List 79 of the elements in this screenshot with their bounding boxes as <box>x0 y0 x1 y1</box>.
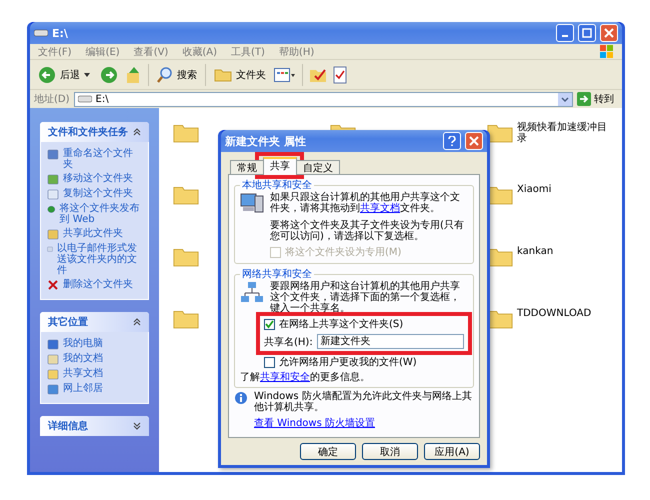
folder-check-icon[interactable] <box>309 66 327 82</box>
task-link[interactable]: 以电子邮件形式发送该文件夹内的文件 <box>47 243 142 276</box>
delete-icon <box>47 279 59 291</box>
share-instruction-text: 要跟网络用户和这台计算机的其他用户共享这个文件夹，请选择下面的第一个复选框，键入一个共享名。 <box>270 281 461 314</box>
address-field[interactable]: E:\ <box>74 92 573 106</box>
minimize-button[interactable] <box>556 24 574 42</box>
close-button[interactable] <box>465 132 483 150</box>
menu-item[interactable]: 帮助(H) <box>278 44 314 58</box>
caret-icon <box>84 72 90 76</box>
task-panel-header[interactable]: 文件和文件夹任务 <box>40 122 149 142</box>
sharing-security-link[interactable]: 共享和安全 <box>260 372 310 383</box>
checkbox[interactable] <box>264 356 275 368</box>
close-icon <box>469 136 479 146</box>
dialog-button[interactable]: 确定 <box>300 443 356 460</box>
drive-icon <box>78 95 92 103</box>
folder-name[interactable]: TDDOWNLOAD <box>517 308 607 319</box>
menu-item[interactable]: 编辑(E) <box>86 44 120 58</box>
more-info-text: 了解共享和安全的更多信息。 <box>240 372 371 383</box>
document-check-icon[interactable] <box>333 66 347 84</box>
menu-item[interactable]: 文件(F) <box>38 44 72 58</box>
firewall-text: Windows 防火墙配置为允许此文件夹与网络上其他计算机共享。 <box>254 391 473 413</box>
task-link[interactable]: 移动这个文件夹 <box>47 173 142 185</box>
search-button[interactable]: 搜索 <box>155 64 199 84</box>
share-name-field[interactable]: 新建文件夹 <box>316 334 464 349</box>
checkbox-label: 允许网络用户更改我的文件(W) <box>279 356 417 369</box>
task-link[interactable]: 复制这个文件夹 <box>47 188 142 200</box>
private-instruction-text: 要将这个文件夹及其子文件夹设为专用(只有您可以访问)，请选择以下复选框。 <box>270 220 465 242</box>
window-title: E:\ <box>52 26 69 40</box>
drag-instruction-text: 如果只跟这台计算机的其他用户共享这个文件夹，请将其拖动到共享文档文件夹。 <box>270 192 461 214</box>
tab[interactable]: 共享 <box>263 157 297 175</box>
go-button[interactable]: 转到 <box>577 92 618 106</box>
folder-name[interactable]: 视频快看加速缓冲目录 <box>517 122 607 144</box>
menu-item[interactable]: 查看(V) <box>134 44 168 58</box>
share-name-label: 共享名(H): <box>264 336 313 348</box>
task-panel-header[interactable]: 详细信息 <box>40 416 149 436</box>
folder-name[interactable]: kankan <box>517 246 607 257</box>
task-link[interactable]: 共享此文件夹 <box>47 228 142 240</box>
expand-chevron-icon[interactable] <box>133 422 141 430</box>
dialog-title: 新建文件夹 属性 <box>225 134 307 148</box>
back-button[interactable]: 后退 <box>36 64 92 86</box>
menu-item[interactable]: 工具(T) <box>231 44 265 58</box>
task-link[interactable]: 共享文档 <box>47 368 142 380</box>
windows-logo-icon <box>600 44 614 58</box>
question-mark-icon <box>448 136 456 146</box>
address-label: 地址(D) <box>34 92 70 106</box>
drive-icon <box>34 29 48 37</box>
close-icon <box>604 28 614 38</box>
folders-button[interactable]: 文件夹 <box>212 66 268 84</box>
firewall-settings-link[interactable]: 查看 Windows 防火墙设置 <box>254 418 375 429</box>
task-panel-header[interactable]: 其它位置 <box>40 312 149 332</box>
collapse-chevron-icon[interactable] <box>133 318 141 326</box>
collapse-chevron-icon[interactable] <box>133 128 141 136</box>
tab[interactable]: 自定义 <box>296 160 340 175</box>
go-arrow-icon <box>577 92 591 106</box>
dialog-button[interactable]: 应用(A) <box>424 443 480 460</box>
view-grid-icon[interactable] <box>274 68 296 82</box>
folder-name[interactable]: Xiaomi <box>517 184 607 195</box>
task-link[interactable]: 删除这个文件夹 <box>47 279 142 291</box>
info-icon <box>234 391 248 405</box>
checkbox-label: 将这个文件夹设为专用(M) <box>285 246 402 259</box>
up-folder-icon[interactable] <box>126 66 142 84</box>
task-link[interactable]: 我的文档 <box>47 353 142 365</box>
menu-item[interactable]: 收藏(A) <box>182 44 217 58</box>
maximize-icon <box>582 28 592 38</box>
task-link[interactable]: 将这个文件夹发布到 Web <box>47 203 142 225</box>
task-link[interactable]: 重命名这个文件夹 <box>47 148 142 170</box>
maximize-button[interactable] <box>578 24 596 42</box>
task-link[interactable]: 网上邻居 <box>47 383 142 395</box>
close-button[interactable] <box>600 24 618 42</box>
group-title: 本地共享和安全 <box>241 178 313 192</box>
search-icon <box>157 66 173 82</box>
shared-documents-link[interactable]: 共享文档 <box>360 203 400 214</box>
help-button[interactable] <box>443 132 461 150</box>
dialog-button[interactable]: 取消 <box>362 443 418 460</box>
tab[interactable]: 常规 <box>230 160 264 175</box>
group-title: 网络共享和安全 <box>241 268 313 281</box>
task-link[interactable]: 我的电脑 <box>47 338 142 350</box>
checkbox[interactable] <box>264 318 275 330</box>
checkbox-label: 在网络上共享这个文件夹(S) <box>279 318 404 331</box>
